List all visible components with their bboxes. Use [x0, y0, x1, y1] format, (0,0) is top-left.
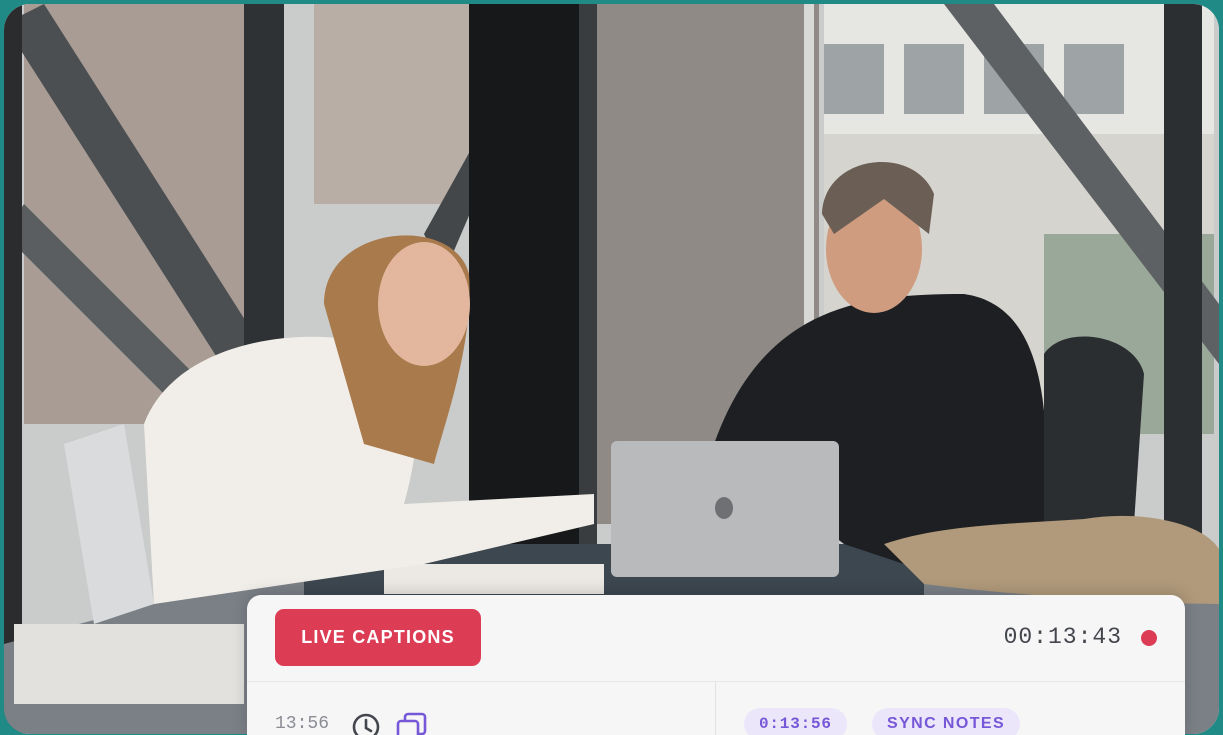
- recording-timer: 00:13:43: [1003, 624, 1122, 650]
- record-dot-icon: [1141, 630, 1157, 646]
- note-time-chip[interactable]: 0:13:56: [744, 708, 847, 735]
- panel-body: 13:56 0:13:56 SYNC NOTES: [247, 682, 1185, 735]
- panel-divider: [715, 682, 716, 735]
- live-captions-button[interactable]: LIVE CAPTIONS: [275, 609, 481, 666]
- panel-header: LIVE CAPTIONS 00:13:43: [247, 595, 1185, 682]
- copy-icon[interactable]: [395, 712, 429, 735]
- transcript-entry-time: 13:56: [275, 714, 330, 734]
- sync-notes-button[interactable]: SYNC NOTES: [872, 708, 1021, 735]
- clock-icon[interactable]: [351, 712, 381, 735]
- live-captions-panel: LIVE CAPTIONS 00:13:43 13:56 0:13:56 SYN…: [247, 595, 1185, 735]
